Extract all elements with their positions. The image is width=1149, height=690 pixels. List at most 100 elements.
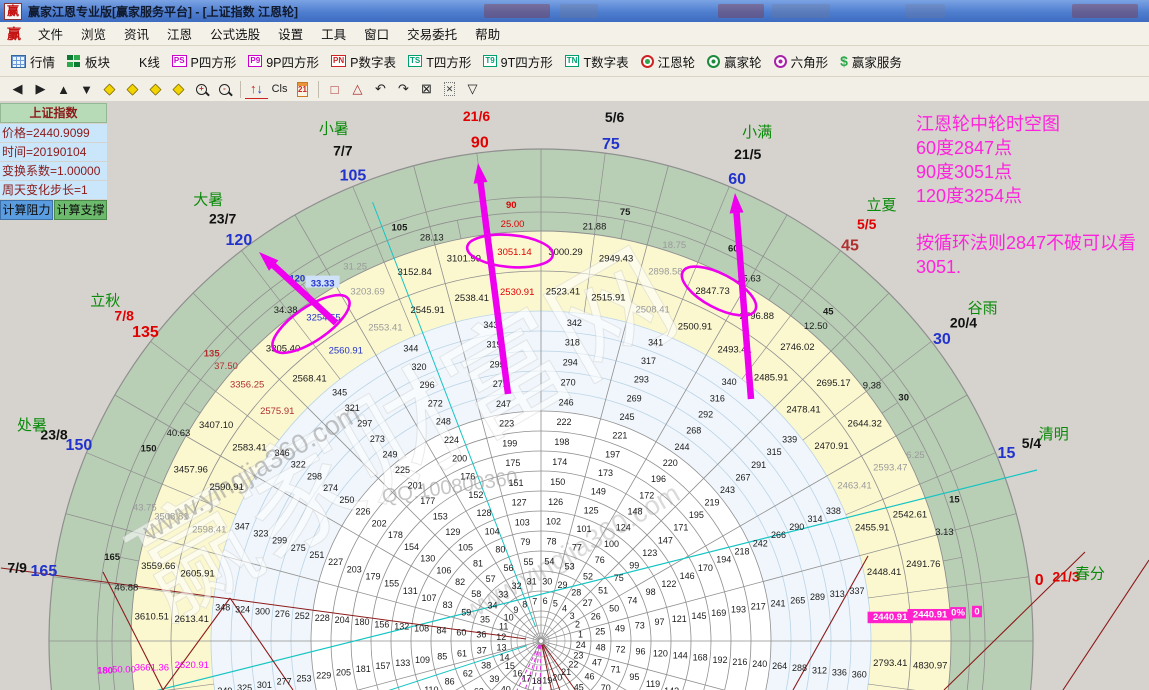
svg-text:228: 228: [315, 613, 330, 623]
svg-text:217: 217: [751, 602, 766, 612]
next-arrow-icon[interactable]: ▶: [29, 79, 52, 99]
svg-text:360: 360: [852, 669, 867, 679]
svg-text:324: 324: [235, 605, 250, 615]
info-row-3[interactable]: 周天变化步长=1: [0, 181, 107, 199]
menu-item-0[interactable]: 文件: [29, 26, 72, 44]
svg-text:272: 272: [428, 398, 443, 408]
blocks-icon: [67, 55, 73, 60]
diamond-left-icon[interactable]: ◆: [98, 79, 121, 99]
shrink-tool-icon[interactable]: ✕: [438, 79, 461, 99]
svg-text:1: 1: [578, 630, 583, 640]
svg-text:119: 119: [646, 679, 660, 689]
zoom-in-icon[interactable]: +: [190, 79, 213, 99]
svg-text:224: 224: [444, 435, 459, 445]
button-计算阻力[interactable]: 计算阻力: [0, 200, 53, 220]
svg-text:58: 58: [471, 589, 481, 599]
down-arrow-icon[interactable]: ▼: [75, 79, 98, 99]
toolbar-button-P数字表[interactable]: PNP数字表: [325, 50, 402, 73]
svg-text:2530.91: 2530.91: [500, 287, 534, 298]
toolbar-button-行情[interactable]: 行情: [5, 50, 61, 73]
ps-badge-icon: PS: [172, 55, 187, 67]
svg-text:148: 148: [628, 507, 643, 517]
svg-text:40: 40: [501, 685, 511, 690]
svg-text:108: 108: [414, 623, 429, 633]
svg-text:57: 57: [486, 574, 496, 584]
svg-text:立秋: 立秋: [90, 293, 120, 310]
svg-text:110: 110: [424, 685, 438, 690]
toolbar-button-T四方形[interactable]: TST四方形: [402, 50, 477, 73]
svg-text:15: 15: [998, 445, 1016, 462]
cls-button[interactable]: Cls: [268, 79, 291, 99]
menu-item-6[interactable]: 工具: [312, 26, 355, 44]
toolbar-button-赢家服务[interactable]: $赢家服务: [834, 50, 908, 73]
svg-text:85: 85: [437, 652, 447, 662]
svg-text:250: 250: [339, 495, 354, 505]
svg-text:193: 193: [731, 605, 746, 615]
boxed-x-icon[interactable]: ⊠: [415, 79, 438, 99]
svg-text:240: 240: [752, 659, 767, 669]
menu-item-4[interactable]: 公式选股: [201, 26, 269, 44]
titlebar-artifact: [905, 4, 945, 18]
quote-grid-icon: [11, 55, 26, 68]
diamond-right-icon[interactable]: ◆: [121, 79, 144, 99]
p9-badge-icon: P9: [248, 55, 262, 67]
svg-text:126: 126: [548, 497, 563, 507]
svg-text:2620.91: 2620.91: [175, 660, 209, 671]
menu-item-8[interactable]: 交易委托: [398, 26, 466, 44]
toolbar-label: 六角形: [791, 52, 829, 71]
diamond-down-icon[interactable]: ◆: [167, 79, 190, 99]
info-row-0[interactable]: 价格=2440.9099: [0, 124, 107, 142]
toolbar-button-江恩轮[interactable]: 江恩轮: [635, 50, 702, 73]
toolbar-button-9T四方形[interactable]: T99T四方形: [477, 50, 558, 73]
svg-text:春分: 春分: [1075, 566, 1105, 583]
svg-text:90: 90: [506, 200, 517, 211]
toolbar-button-赢家轮[interactable]: 赢家轮: [701, 50, 768, 73]
toolbar-button-9P四方形[interactable]: P9 9P四方形: [242, 50, 325, 73]
toolbar-button-六角形[interactable]: 六角形: [768, 50, 835, 73]
menu-item-7[interactable]: 窗口: [355, 26, 398, 44]
triangle-tool-icon[interactable]: △: [346, 79, 369, 99]
menu-item-9[interactable]: 帮助: [466, 26, 509, 44]
candlestick-icon: [122, 55, 135, 68]
menu-item-3[interactable]: 江恩: [158, 26, 201, 44]
info-row-1[interactable]: 时间=20190104: [0, 143, 107, 161]
toolbar-button-P四方形[interactable]: PSP四方形: [166, 50, 243, 73]
diamond-up-icon[interactable]: ◆: [144, 79, 167, 99]
menu-item-5[interactable]: 设置: [269, 26, 312, 44]
rotate-cw-icon[interactable]: ↷: [392, 79, 415, 99]
svg-text:4: 4: [562, 604, 567, 614]
toolbar-button-K线[interactable]: K线: [116, 50, 166, 73]
svg-text:104: 104: [485, 526, 500, 536]
info-row-2[interactable]: 变换系数=1.00000: [0, 162, 107, 180]
svg-text:2508.41: 2508.41: [635, 304, 669, 315]
zoom-out-icon[interactable]: -: [213, 79, 236, 99]
rotate-ccw-icon[interactable]: ↶: [369, 79, 392, 99]
toolbar-button-板块[interactable]: 板块: [61, 50, 116, 73]
svg-text:101: 101: [576, 524, 591, 534]
special-labels: 33.33: [306, 276, 340, 290]
svg-text:83: 83: [443, 600, 453, 610]
svg-text:78: 78: [546, 537, 556, 547]
svg-text:21/5: 21/5: [734, 146, 761, 162]
prev-arrow-icon[interactable]: ◀: [6, 79, 29, 99]
toolbar-button-T数字表[interactable]: TNT数字表: [559, 50, 635, 73]
svg-text:275: 275: [291, 543, 306, 553]
svg-text:36: 36: [476, 630, 486, 640]
tn-badge-icon: TN: [565, 55, 580, 67]
svg-text:109: 109: [415, 655, 430, 665]
svg-text:28.13: 28.13: [420, 233, 444, 244]
menu-item-1[interactable]: 浏览: [72, 26, 115, 44]
button-计算支撑[interactable]: 计算支撑: [54, 200, 107, 220]
up-arrow-icon[interactable]: ▲: [52, 79, 75, 99]
funnel-tool-icon[interactable]: ▽: [461, 79, 484, 99]
svg-text:293: 293: [634, 375, 649, 385]
svg-text:154: 154: [404, 542, 419, 552]
svg-text:3.13: 3.13: [935, 527, 954, 538]
rect-tool-icon[interactable]: □: [323, 79, 346, 99]
toolbar-label: 9P四方形: [266, 52, 319, 71]
time-axis-icon[interactable]: ↑↓: [245, 79, 268, 99]
calendar-21-icon[interactable]: 21: [291, 79, 314, 99]
menu-item-2[interactable]: 资讯: [115, 26, 158, 44]
svg-text:小满: 小满: [742, 124, 772, 141]
svg-text:3051.14: 3051.14: [497, 247, 531, 258]
